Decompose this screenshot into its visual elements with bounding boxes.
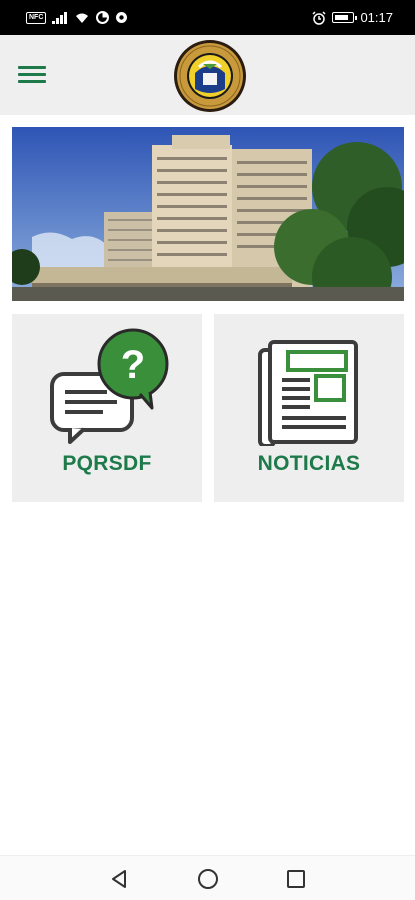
- home-circle-icon[interactable]: [195, 866, 221, 892]
- institution-seal-logo: [174, 40, 246, 112]
- noticias-label: NOTICIAS: [257, 452, 361, 475]
- settings-status-icon: [116, 12, 128, 23]
- signal-icon: [52, 11, 68, 24]
- status-time: 01:17: [360, 10, 393, 25]
- status-icons-right: 01:17: [312, 10, 393, 25]
- chat-question-icon: ?: [50, 328, 169, 444]
- data-saver-icon: [96, 11, 110, 24]
- svg-text:?: ?: [121, 343, 145, 387]
- hamburger-menu-icon[interactable]: [16, 63, 48, 87]
- nfc-badge: NFC: [26, 11, 47, 24]
- hospital-building-photo: [12, 127, 404, 301]
- newspaper-icon: [258, 340, 358, 446]
- back-triangle-icon[interactable]: [106, 866, 132, 892]
- battery-icon: [332, 12, 358, 23]
- app-bar: [0, 35, 415, 115]
- status-bar: NFC 01:17: [0, 0, 415, 35]
- noticias-card[interactable]: NOTICIAS: [214, 314, 404, 502]
- wifi-icon: [76, 13, 89, 23]
- status-icons-left: NFC: [26, 11, 128, 24]
- recents-square-icon[interactable]: [283, 866, 309, 892]
- pqrsdf-label: PQRSDF: [62, 452, 152, 475]
- alarm-icon: [312, 10, 326, 25]
- pqrsdf-card[interactable]: ? PQRSDF: [12, 314, 202, 502]
- system-nav-bar: [0, 855, 415, 900]
